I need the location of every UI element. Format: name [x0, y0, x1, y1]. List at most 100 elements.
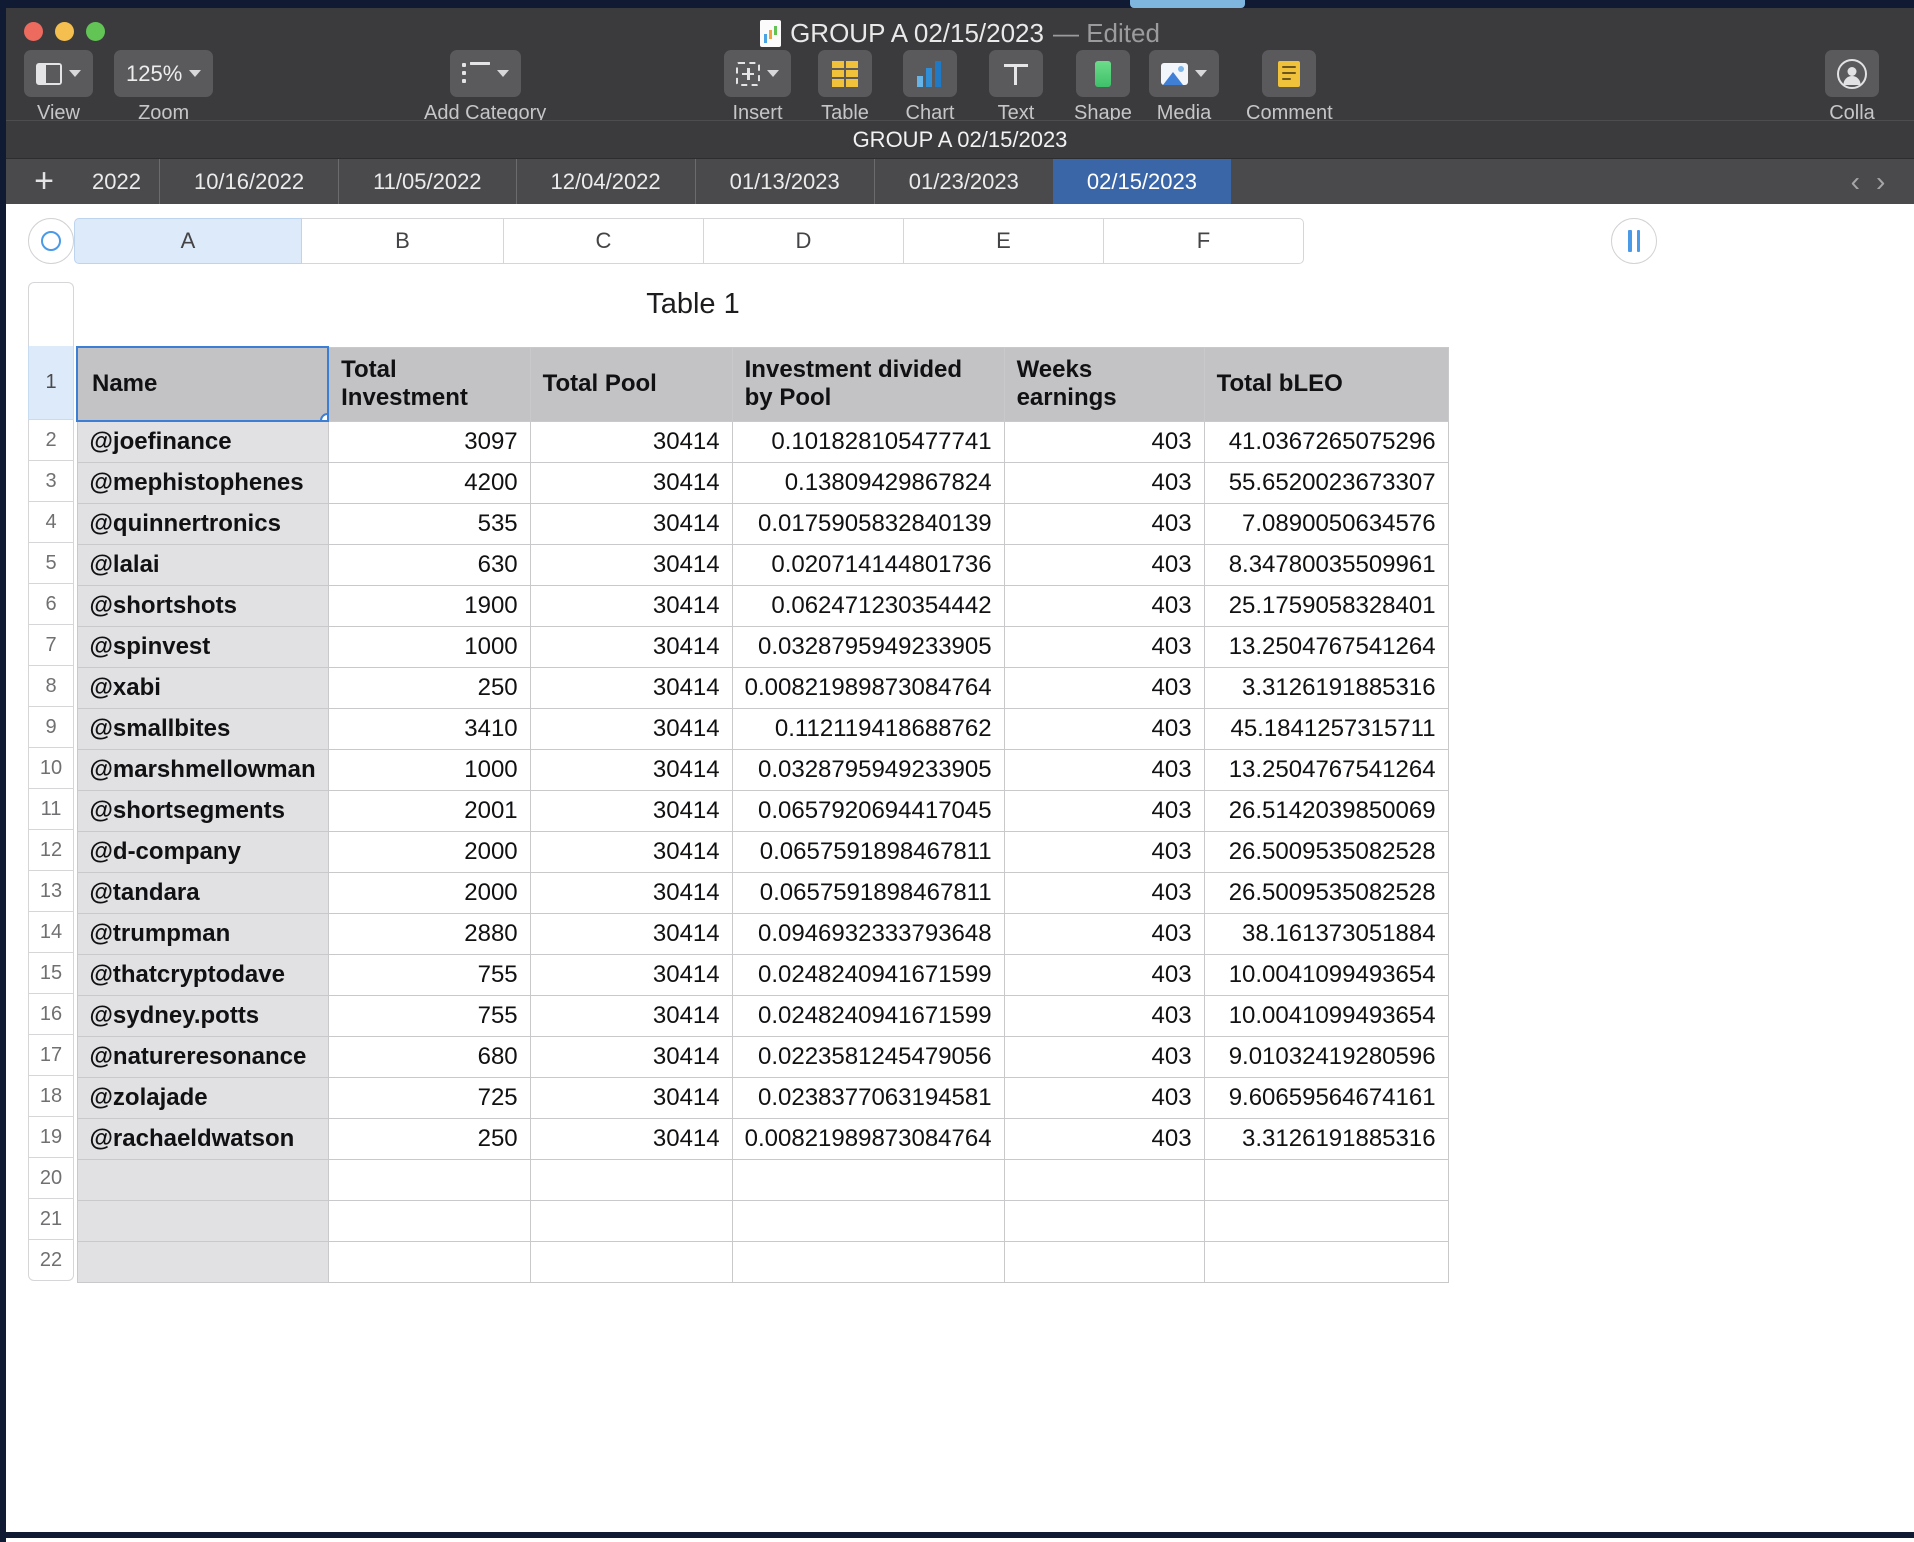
select-all-circle-icon[interactable]: [28, 218, 74, 264]
cell-weeks-earnings[interactable]: 403: [1003, 871, 1205, 914]
cell-weeks-earnings[interactable]: [1003, 1240, 1205, 1283]
cell-total-investment[interactable]: 1900: [327, 584, 531, 627]
cell-total-investment[interactable]: 535: [327, 502, 531, 545]
cell-total-pool[interactable]: 30414: [529, 871, 733, 914]
cell-total-investment[interactable]: 2001: [327, 789, 531, 832]
cell-total-pool[interactable]: [529, 1240, 733, 1283]
cell-total-bleo[interactable]: [1203, 1158, 1449, 1201]
add-category-button[interactable]: [449, 50, 521, 97]
column-header-f[interactable]: F: [1104, 218, 1304, 264]
cell-total-investment[interactable]: 1000: [327, 748, 531, 791]
toolbar-item-text[interactable]: Text: [989, 50, 1043, 125]
cell-total-bleo[interactable]: 13.2504767541264: [1203, 625, 1449, 668]
cell-weeks-earnings[interactable]: 403: [1003, 461, 1205, 504]
column-header-e[interactable]: E: [904, 218, 1104, 264]
cell-investment-divided-by-pool[interactable]: 0.00821989873084764: [731, 666, 1005, 709]
cell-total-pool[interactable]: 30414: [529, 994, 733, 1037]
cell-total-investment[interactable]: 2000: [327, 830, 531, 873]
toolbar-item-insert[interactable]: Insert: [724, 50, 791, 125]
cell-total-investment[interactable]: 250: [327, 666, 531, 709]
row-number-16[interactable]: 16: [28, 994, 74, 1035]
cell-total-bleo[interactable]: 45.1841257315711: [1203, 707, 1449, 750]
column-header-c[interactable]: C: [504, 218, 704, 264]
cell-investment-divided-by-pool[interactable]: 0.0248240941671599: [731, 994, 1005, 1037]
cell-name[interactable]: [76, 1240, 329, 1283]
row-number-12[interactable]: 12: [28, 830, 74, 871]
cell-name[interactable]: @thatcryptodave: [76, 953, 329, 996]
cell-name[interactable]: @marshmellowman: [76, 748, 329, 791]
cell-name[interactable]: @rachaeldwatson: [76, 1117, 329, 1160]
cell-total-bleo[interactable]: 25.1759058328401: [1203, 584, 1449, 627]
cell-total-investment[interactable]: [327, 1240, 531, 1283]
toolbar-item-add-category[interactable]: Add Category: [424, 50, 546, 125]
cell-total-pool[interactable]: 30414: [529, 789, 733, 832]
cell-total-pool[interactable]: 30414: [529, 707, 733, 750]
selection-handle[interactable]: [320, 413, 327, 419]
cell-total-investment[interactable]: 2880: [327, 912, 531, 955]
cell-name[interactable]: @smallbites: [76, 707, 329, 750]
cell-weeks-earnings[interactable]: [1003, 1199, 1205, 1242]
toolbar-item-collaborate[interactable]: Colla: [1825, 50, 1879, 125]
cell-total-pool[interactable]: 30414: [529, 502, 733, 545]
cell-total-pool[interactable]: 30414: [529, 953, 733, 996]
insert-button[interactable]: [724, 50, 791, 97]
toolbar-item-shape[interactable]: Shape: [1074, 50, 1132, 125]
cell-total-bleo[interactable]: 38.161373051884: [1203, 912, 1449, 955]
cell-name[interactable]: @tandara: [76, 871, 329, 914]
background-browser-tab[interactable]: [1130, 0, 1245, 8]
header-cell-total-investment[interactable]: Total Investment: [327, 346, 531, 422]
cell-total-bleo[interactable]: 26.5009535082528: [1203, 871, 1449, 914]
cell-name[interactable]: @zolajade: [76, 1076, 329, 1119]
cell-total-bleo[interactable]: 9.60659564674161: [1203, 1076, 1449, 1119]
table-button[interactable]: [818, 50, 872, 97]
cell-weeks-earnings[interactable]: 403: [1003, 1076, 1205, 1119]
row-number-21[interactable]: 21: [28, 1199, 74, 1240]
collaborate-button[interactable]: [1825, 50, 1879, 97]
cell-investment-divided-by-pool[interactable]: 0.101828105477741: [731, 420, 1005, 463]
cell-name[interactable]: @shortsegments: [76, 789, 329, 832]
shape-button[interactable]: [1075, 50, 1130, 97]
cell-weeks-earnings[interactable]: [1003, 1158, 1205, 1201]
row-number-14[interactable]: 14: [28, 912, 74, 953]
cell-total-investment[interactable]: 1000: [327, 625, 531, 668]
cell-weeks-earnings[interactable]: 403: [1003, 912, 1205, 955]
sheet-tab-0[interactable]: 2022: [82, 159, 159, 204]
cell-weeks-earnings[interactable]: 403: [1003, 1117, 1205, 1160]
cell-total-pool[interactable]: 30414: [529, 666, 733, 709]
cell-total-investment[interactable]: 3410: [327, 707, 531, 750]
cell-total-pool[interactable]: 30414: [529, 584, 733, 627]
cell-total-investment[interactable]: 755: [327, 953, 531, 996]
cell-name[interactable]: [76, 1158, 329, 1201]
cell-name[interactable]: @natureresonance: [76, 1035, 329, 1078]
cell-investment-divided-by-pool[interactable]: 0.13809429867824: [731, 461, 1005, 504]
header-cell-total-bleo[interactable]: Total bLEO: [1203, 346, 1449, 422]
cell-total-investment[interactable]: 3097: [327, 420, 531, 463]
cell-name[interactable]: @spinvest: [76, 625, 329, 668]
cell-total-pool[interactable]: 30414: [529, 543, 733, 586]
column-header-a[interactable]: A: [74, 218, 302, 264]
cell-investment-divided-by-pool[interactable]: 0.0657591898467811: [731, 871, 1005, 914]
sheet-tab-1[interactable]: 10/16/2022: [158, 159, 338, 204]
cell-weeks-earnings[interactable]: 403: [1003, 502, 1205, 545]
row-number-9[interactable]: 9: [28, 707, 74, 748]
cell-total-bleo[interactable]: 8.34780035509961: [1203, 543, 1449, 586]
cell-investment-divided-by-pool[interactable]: [731, 1158, 1005, 1201]
media-button[interactable]: [1149, 50, 1219, 97]
row-number-19[interactable]: 19: [28, 1117, 74, 1158]
cell-total-investment[interactable]: 630: [327, 543, 531, 586]
text-button[interactable]: [989, 50, 1043, 97]
cell-weeks-earnings[interactable]: 403: [1003, 789, 1205, 832]
cell-total-bleo[interactable]: 7.0890050634576: [1203, 502, 1449, 545]
toolbar-item-zoom[interactable]: 125% Zoom: [114, 50, 214, 125]
cell-name[interactable]: @mephistophenes: [76, 461, 329, 504]
cell-total-bleo[interactable]: 3.3126191885316: [1203, 666, 1449, 709]
cell-total-pool[interactable]: 30414: [529, 625, 733, 668]
cell-total-pool[interactable]: 30414: [529, 420, 733, 463]
cell-total-pool[interactable]: 30414: [529, 1117, 733, 1160]
cell-weeks-earnings[interactable]: 403: [1003, 830, 1205, 873]
cell-name[interactable]: [76, 1199, 329, 1242]
next-sheet-icon[interactable]: ›: [1876, 166, 1885, 198]
row-number-15[interactable]: 15: [28, 953, 74, 994]
row-number-6[interactable]: 6: [28, 584, 74, 625]
cell-total-pool[interactable]: [529, 1199, 733, 1242]
